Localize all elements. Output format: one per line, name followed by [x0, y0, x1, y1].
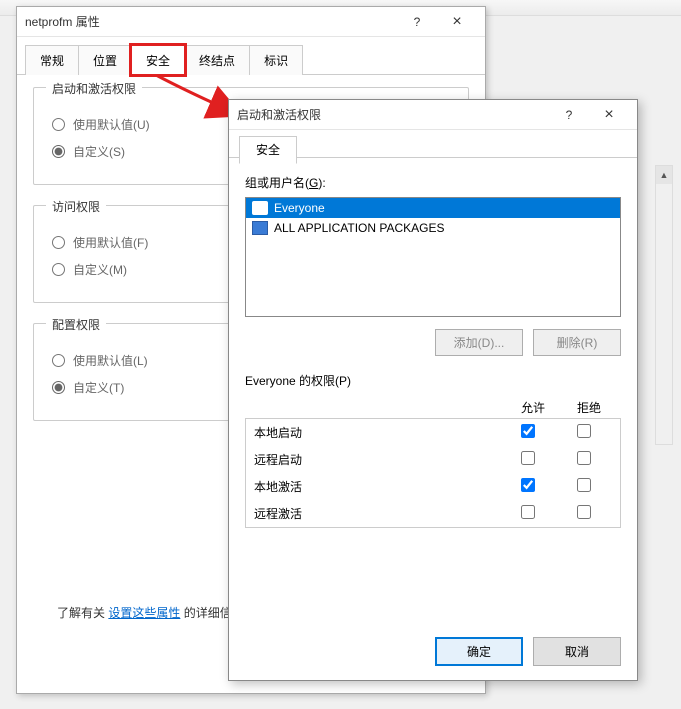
users-listbox[interactable]: Everyone ALL APPLICATION PACKAGES	[245, 197, 621, 317]
dialog-title: 启动和激活权限	[237, 106, 549, 123]
permissions-for-label: Everyone 的权限(P)	[245, 372, 621, 389]
radio-label: 使用默认值(F)	[73, 234, 148, 251]
radio-label: 使用默认值(L)	[73, 352, 148, 369]
radio-input[interactable]	[52, 145, 65, 158]
package-icon	[252, 221, 268, 235]
allow-checkbox[interactable]	[521, 451, 535, 465]
user-buttons-row: 添加(D)... 删除(R)	[245, 329, 621, 356]
permissions-header: 允许 拒绝	[245, 397, 621, 418]
perm-row-local-activate: 本地激活	[246, 473, 620, 500]
tab-security-front[interactable]: 安全	[239, 136, 297, 164]
allow-checkbox[interactable]	[521, 505, 535, 519]
window-title: netprofm 属性	[25, 13, 397, 30]
col-deny: 拒绝	[561, 399, 617, 416]
radio-input[interactable]	[52, 381, 65, 394]
group-legend: 访问权限	[46, 198, 106, 215]
permissions-list: 本地启动 远程启动 本地激活 远程激活	[245, 418, 621, 528]
add-button[interactable]: 添加(D)...	[435, 329, 523, 356]
radio-label: 自定义(T)	[73, 379, 124, 396]
radio-label: 自定义(S)	[73, 143, 125, 160]
list-item[interactable]: Everyone	[246, 198, 620, 218]
allow-checkbox[interactable]	[521, 478, 535, 492]
security-permissions-dialog: 启动和激活权限 × 安全 组或用户名(G): Everyone ALL APPL…	[228, 99, 638, 681]
users-icon	[252, 201, 268, 215]
radio-input[interactable]	[52, 236, 65, 249]
group-users-label: 组或用户名(G):	[245, 174, 621, 191]
titlebar-front: 启动和激活权限 ×	[229, 100, 637, 130]
background-scrollbar[interactable]	[655, 165, 673, 445]
cancel-button[interactable]: 取消	[533, 637, 621, 666]
tab-strip-front: 安全	[229, 130, 637, 157]
tab-identity[interactable]: 标识	[249, 45, 303, 75]
list-item[interactable]: ALL APPLICATION PACKAGES	[246, 218, 620, 238]
tab-location[interactable]: 位置	[78, 45, 132, 75]
list-item-label: ALL APPLICATION PACKAGES	[274, 221, 445, 235]
tab-strip: 常规 位置 安全 终结点 标识	[17, 37, 485, 75]
dialog-body: 组或用户名(G): Everyone ALL APPLICATION PACKA…	[229, 157, 637, 540]
perm-row-remote-launch: 远程启动	[246, 446, 620, 473]
radio-input[interactable]	[52, 118, 65, 131]
perm-row-local-launch: 本地启动	[246, 419, 620, 446]
group-legend: 配置权限	[46, 316, 106, 333]
deny-checkbox[interactable]	[577, 451, 591, 465]
close-button[interactable]: ×	[589, 101, 629, 129]
tab-endpoints[interactable]: 终结点	[184, 45, 250, 75]
perm-name: 远程启动	[254, 451, 500, 468]
footer-prefix: 了解有关	[57, 606, 105, 620]
dialog-button-row: 确定 取消	[435, 637, 621, 666]
help-button[interactable]	[397, 8, 437, 36]
deny-checkbox[interactable]	[577, 424, 591, 438]
titlebar-back: netprofm 属性 ×	[17, 7, 485, 37]
allow-checkbox[interactable]	[521, 424, 535, 438]
remove-button[interactable]: 删除(R)	[533, 329, 621, 356]
ok-button[interactable]: 确定	[435, 637, 523, 666]
perm-row-remote-activate: 远程激活	[246, 500, 620, 527]
perm-name: 本地启动	[254, 424, 500, 441]
group-legend: 启动和激活权限	[46, 80, 142, 97]
deny-checkbox[interactable]	[577, 478, 591, 492]
radio-input[interactable]	[52, 354, 65, 367]
close-button[interactable]: ×	[437, 8, 477, 36]
perm-name: 本地激活	[254, 478, 500, 495]
col-allow: 允许	[505, 399, 561, 416]
tab-general[interactable]: 常规	[25, 45, 79, 75]
list-item-label: Everyone	[274, 201, 325, 215]
footer-help-text: 了解有关 设置这些属性 的详细信息。	[57, 604, 256, 621]
radio-input[interactable]	[52, 263, 65, 276]
tab-security[interactable]: 安全	[131, 45, 185, 75]
help-button[interactable]	[549, 101, 589, 129]
footer-link[interactable]: 设置这些属性	[108, 606, 180, 620]
deny-checkbox[interactable]	[577, 505, 591, 519]
perm-name: 远程激活	[254, 505, 500, 522]
radio-label: 使用默认值(U)	[73, 116, 150, 133]
scroll-up-icon[interactable]	[656, 166, 672, 184]
radio-label: 自定义(M)	[73, 261, 127, 278]
